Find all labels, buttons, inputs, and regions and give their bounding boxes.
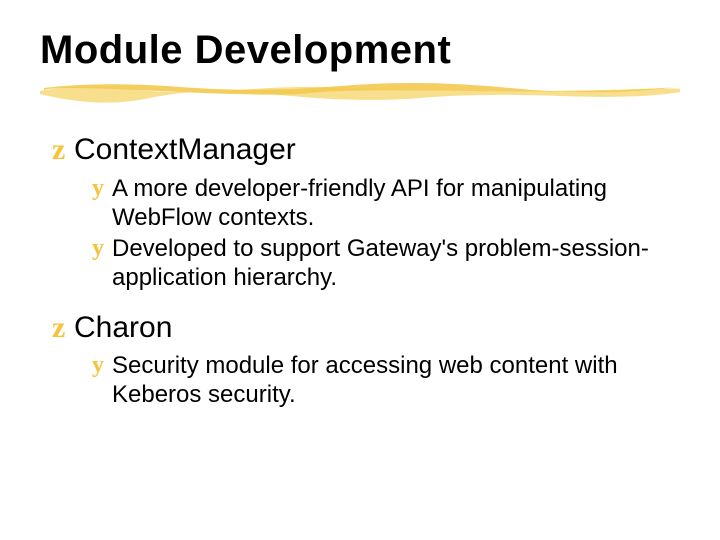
list-item-text: Security module for accessing web conten… xyxy=(112,351,672,410)
bullet-level1-icon: z xyxy=(52,311,74,346)
section-heading-text: ContextManager xyxy=(74,133,296,168)
list-item: y Developed to support Gateway's problem… xyxy=(92,234,680,293)
list-item-text: Developed to support Gateway's problem-s… xyxy=(112,234,672,293)
section-items: y Security module for accessing web cont… xyxy=(92,351,680,410)
section-heading: z Charon xyxy=(52,311,680,346)
bullet-level1-icon: z xyxy=(52,133,74,168)
section-items: y A more developer-friendly API for mani… xyxy=(92,174,680,293)
list-item-text: A more developer-friendly API for manipu… xyxy=(112,174,672,233)
bullet-level2-icon: y xyxy=(92,234,112,263)
slide-content: z ContextManager y A more developer-frie… xyxy=(40,133,680,410)
bullet-level2-icon: y xyxy=(92,174,112,203)
list-item: y Security module for accessing web cont… xyxy=(92,351,680,410)
list-item: y A more developer-friendly API for mani… xyxy=(92,174,680,233)
slide-title: Module Development xyxy=(40,28,680,73)
section-heading-text: Charon xyxy=(74,311,172,346)
bullet-level2-icon: y xyxy=(92,351,112,380)
slide: Module Development z ContextManager y A … xyxy=(0,0,720,540)
title-underline xyxy=(40,79,680,105)
section-heading: z ContextManager xyxy=(52,133,680,168)
